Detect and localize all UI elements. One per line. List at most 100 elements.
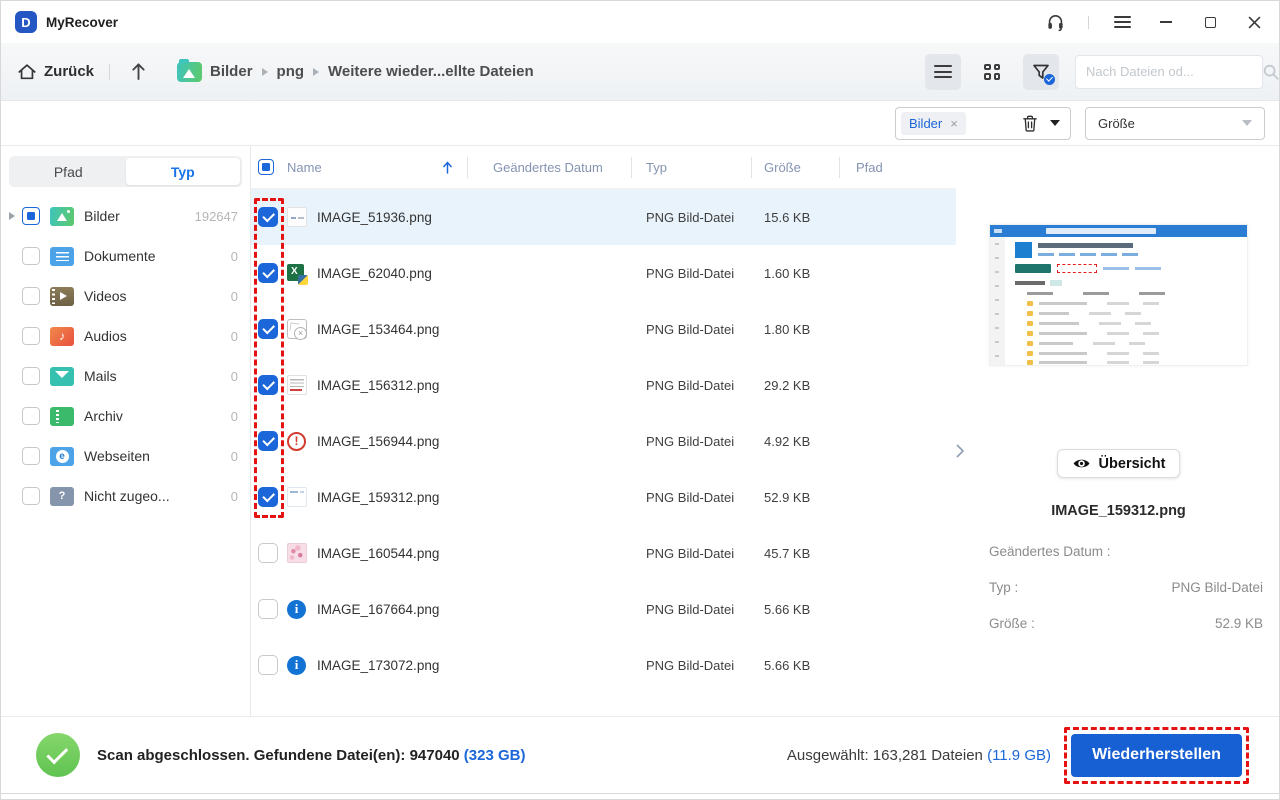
chip-close-icon[interactable]: × <box>950 117 958 130</box>
file-size: 45.7 KB <box>764 545 811 561</box>
sidebar-checkbox[interactable] <box>22 207 40 225</box>
info-icon <box>287 655 306 675</box>
file-table-body: IMAGE_51936.png PNG Bild-Datei 15.6 KB I… <box>251 189 956 693</box>
thumb-sketch-icon <box>287 207 307 227</box>
table-row[interactable]: IMAGE_62040.png PNG Bild-Datei 1.60 KB <box>251 245 956 301</box>
broken-image-icon <box>287 319 307 340</box>
column-header-typ[interactable]: Typ <box>631 146 751 188</box>
file-name: IMAGE_156312.png <box>317 377 440 393</box>
type-filter-combobox[interactable]: Bilder × <box>895 106 1071 140</box>
table-row[interactable]: IMAGE_156312.png PNG Bild-Datei 29.2 KB <box>251 357 956 413</box>
column-header-name[interactable]: Name <box>287 146 467 188</box>
row-checkbox[interactable] <box>258 487 278 507</box>
titlebar-divider <box>1088 15 1089 29</box>
sidebar: Pfad Typ Bilder 192647 Dokumente 0 Video… <box>1 146 251 716</box>
row-checkbox[interactable] <box>258 375 278 395</box>
expand-caret-icon[interactable] <box>9 212 22 220</box>
file-name: IMAGE_156944.png <box>317 433 440 449</box>
back-button[interactable]: Zurück <box>17 62 94 81</box>
sidebar-item-label: Bilder <box>84 208 120 224</box>
sidebar-checkbox[interactable] <box>22 327 40 345</box>
sidebar-item[interactable]: Nicht zugeo... 0 <box>1 476 250 516</box>
table-row[interactable]: IMAGE_167664.png PNG Bild-Datei 5.66 KB <box>251 581 956 637</box>
sidebar-item-label: Nicht zugeo... <box>84 488 170 504</box>
close-icon[interactable] <box>1243 11 1265 33</box>
sidebar-checkbox[interactable] <box>22 407 40 425</box>
search-input[interactable] <box>1086 64 1262 79</box>
collapse-preview-icon[interactable] <box>956 442 970 460</box>
grid-view-icon[interactable] <box>974 54 1010 90</box>
breadcrumb-item[interactable]: png <box>277 63 305 80</box>
table-row[interactable]: IMAGE_153464.png PNG Bild-Datei 1.80 KB <box>251 301 956 357</box>
file-size: 29.2 KB <box>764 377 811 393</box>
preview-thumbnail <box>989 224 1248 366</box>
sidebar-item[interactable]: Videos 0 <box>1 276 250 316</box>
mails-icon <box>50 366 74 386</box>
sidebar-item-count: 0 <box>230 448 238 464</box>
row-checkbox[interactable] <box>258 655 278 675</box>
preview-field-label: Geändertes Datum : <box>989 544 1111 559</box>
caret-down-icon[interactable] <box>1050 120 1060 126</box>
table-row[interactable]: IMAGE_51936.png PNG Bild-Datei 15.6 KB <box>251 189 956 245</box>
menu-icon[interactable] <box>1111 11 1133 33</box>
select-all-checkbox[interactable] <box>258 159 274 175</box>
list-view-icon[interactable] <box>925 53 961 90</box>
row-checkbox[interactable] <box>258 599 278 619</box>
sidebar-item-label: Dokumente <box>84 248 156 264</box>
nav-divider <box>109 63 111 80</box>
sidebar-item-count: 0 <box>230 488 238 504</box>
preview-thumbnail-rows <box>1015 298 1239 365</box>
sidebar-checkbox[interactable] <box>22 487 40 505</box>
thumb-flower-icon <box>287 543 307 563</box>
sidebar-item[interactable]: Audios 0 <box>1 316 250 356</box>
app-title: MyRecover <box>46 14 119 30</box>
search-icon[interactable] <box>1262 63 1279 81</box>
thumbnail-row <box>1015 308 1239 318</box>
table-row[interactable]: IMAGE_159312.png PNG Bild-Datei 52.9 KB <box>251 469 956 525</box>
tab-typ[interactable]: Typ <box>125 158 240 185</box>
sidebar-item-label: Audios <box>84 328 127 344</box>
sidebar-checkbox[interactable] <box>22 287 40 305</box>
row-checkbox[interactable] <box>258 319 278 339</box>
table-row[interactable]: IMAGE_173072.png PNG Bild-Datei 5.66 KB <box>251 637 956 693</box>
scan-complete-check-icon <box>36 733 80 777</box>
breadcrumb-item[interactable]: Bilder <box>210 63 253 80</box>
filter-funnel-icon[interactable] <box>1023 53 1059 90</box>
row-checkbox[interactable] <box>258 207 278 227</box>
sidebar-checkbox[interactable] <box>22 447 40 465</box>
sidebar-item-count: 0 <box>230 288 238 304</box>
scan-size-text: (323 GB) <box>463 746 526 764</box>
filter-chip[interactable]: Bilder × <box>901 111 966 135</box>
file-name: IMAGE_167664.png <box>317 601 440 617</box>
column-header-date[interactable]: Geändertes Datum <box>467 146 631 188</box>
up-one-level-icon[interactable] <box>125 59 151 85</box>
column-header-size[interactable]: Größe <box>751 146 839 188</box>
overview-button[interactable]: Übersicht <box>1056 449 1181 478</box>
table-row[interactable]: IMAGE_156944.png PNG Bild-Datei 4.92 KB <box>251 413 956 469</box>
sidebar-item[interactable]: Mails 0 <box>1 356 250 396</box>
row-checkbox[interactable] <box>258 263 278 283</box>
preview-filename: IMAGE_159312.png <box>1051 503 1186 519</box>
size-filter-dropdown[interactable]: Größe <box>1085 106 1265 140</box>
table-row[interactable]: IMAGE_160544.png PNG Bild-Datei 45.7 KB <box>251 525 956 581</box>
sidebar-item[interactable]: Archiv 0 <box>1 396 250 436</box>
recover-button[interactable]: Wiederherstellen <box>1071 733 1242 777</box>
breadcrumb-item[interactable]: Weitere wieder...ellte Dateien <box>328 63 534 80</box>
sidebar-item[interactable]: Bilder 192647 <box>1 196 250 236</box>
sidebar-item-count: 192647 <box>194 208 238 224</box>
headset-icon[interactable] <box>1044 11 1066 33</box>
minimize-icon[interactable] <box>1155 11 1177 33</box>
sidebar-checkbox[interactable] <box>22 247 40 265</box>
sidebar-checkbox[interactable] <box>22 367 40 385</box>
sort-ascending-icon[interactable] <box>442 161 453 174</box>
archive-icon <box>50 406 74 426</box>
trash-icon[interactable] <box>1022 115 1038 132</box>
sidebar-item[interactable]: Dokumente 0 <box>1 236 250 276</box>
sidebar-item[interactable]: Webseiten 0 <box>1 436 250 476</box>
file-name: IMAGE_173072.png <box>317 657 440 673</box>
row-checkbox[interactable] <box>258 543 278 563</box>
column-header-pfad[interactable]: Pfad <box>839 146 956 188</box>
maximize-icon[interactable] <box>1199 11 1221 33</box>
tab-pfad[interactable]: Pfad <box>11 158 126 185</box>
row-checkbox[interactable] <box>258 431 278 451</box>
